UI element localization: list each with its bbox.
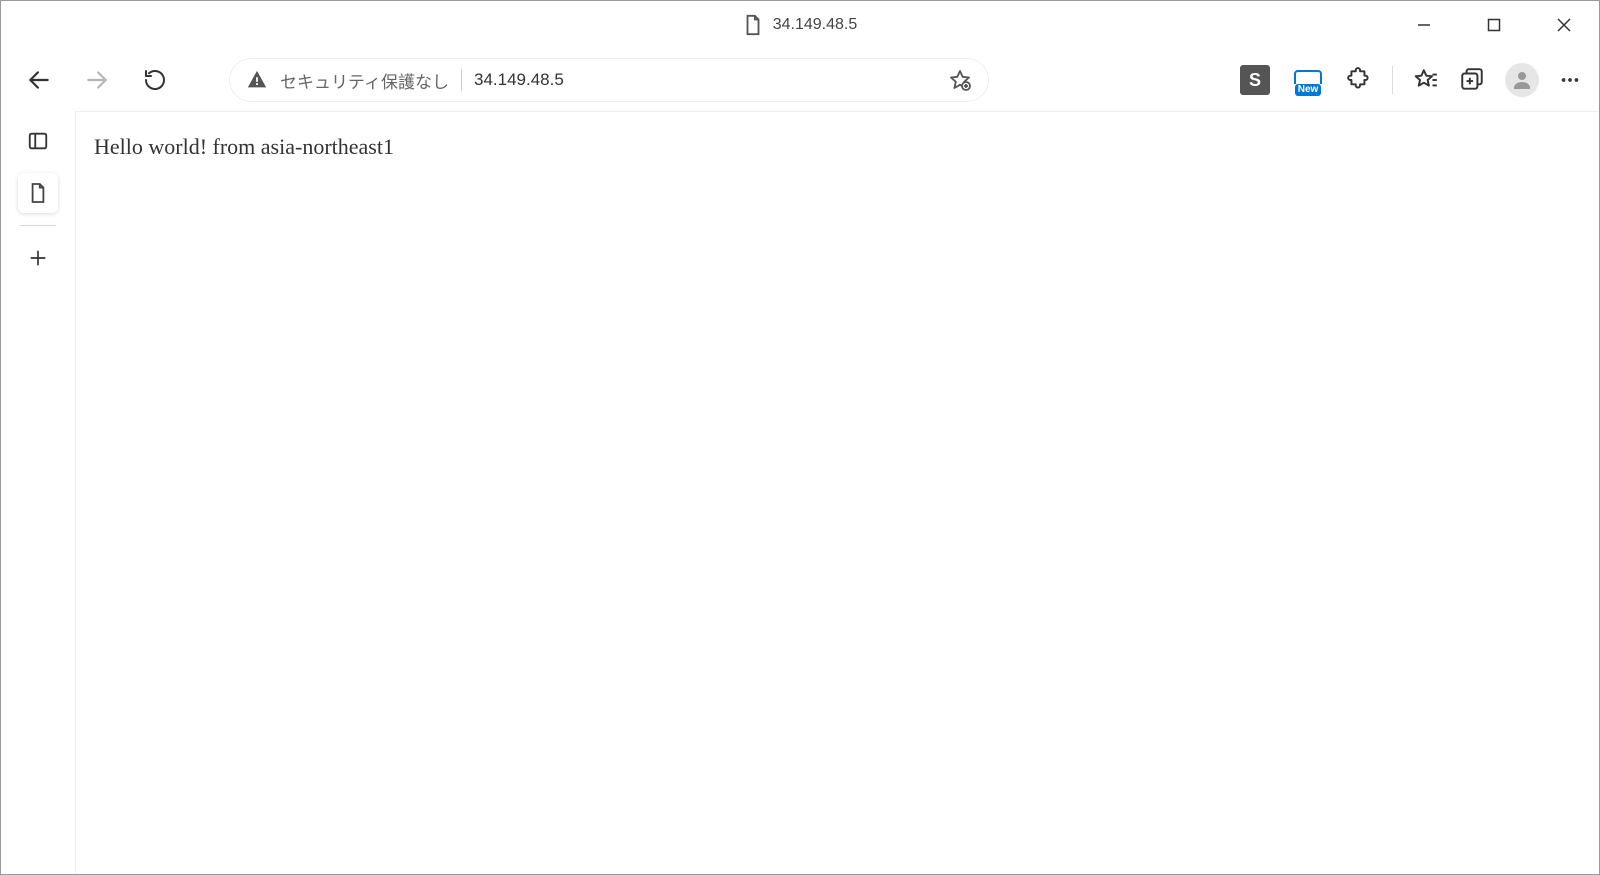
tab-title: 34.149.48.5: [773, 16, 858, 34]
s-icon: S: [1240, 65, 1270, 95]
title-bar: 34.149.48.5: [1, 1, 1599, 49]
url-text[interactable]: 34.149.48.5: [474, 70, 936, 90]
extension-s-button[interactable]: S: [1240, 65, 1270, 95]
divider: [20, 225, 56, 226]
vertical-tabs-sidebar: [1, 111, 75, 874]
collections-button[interactable]: [1459, 67, 1485, 93]
star-lines-icon: [1413, 67, 1439, 93]
plus-icon: [28, 248, 48, 268]
forward-button[interactable]: [77, 60, 117, 100]
panel-icon: [27, 130, 49, 152]
minimize-button[interactable]: [1389, 1, 1459, 49]
more-button[interactable]: [1559, 69, 1581, 91]
profile-button[interactable]: [1505, 63, 1539, 97]
new-icon: New: [1290, 64, 1326, 96]
extensions-button[interactable]: [1346, 67, 1372, 93]
extension-new-button[interactable]: New: [1290, 64, 1326, 96]
collections-icon: [1459, 67, 1485, 93]
avatar-icon: [1505, 63, 1539, 97]
refresh-button[interactable]: [135, 60, 175, 100]
site-security[interactable]: セキュリティ保護なし: [246, 68, 449, 93]
star-add-icon: [948, 68, 972, 92]
browser-tab[interactable]: 34.149.48.5: [743, 14, 858, 36]
puzzle-icon: [1346, 67, 1372, 93]
page-icon: [743, 14, 763, 36]
divider: [461, 69, 462, 91]
address-bar[interactable]: セキュリティ保護なし 34.149.48.5: [229, 58, 989, 102]
vertical-tabs-toggle[interactable]: [18, 121, 58, 161]
warning-icon: [246, 69, 268, 91]
back-button[interactable]: [19, 60, 59, 100]
body-area: Hello world! from asia-northeast1: [1, 111, 1599, 874]
security-label: セキュリティ保護なし: [280, 68, 449, 93]
window-controls: [1389, 1, 1599, 49]
favorites-button[interactable]: [1413, 67, 1439, 93]
page-icon: [29, 182, 47, 204]
close-button[interactable]: [1529, 1, 1599, 49]
page-body-text: Hello world! from asia-northeast1: [94, 134, 1581, 160]
page-content: Hello world! from asia-northeast1: [75, 111, 1599, 874]
favorite-button[interactable]: [948, 68, 972, 92]
dots-icon: [1559, 69, 1581, 91]
tab-thumbnail[interactable]: [18, 173, 58, 213]
maximize-button[interactable]: [1459, 1, 1529, 49]
toolbar-actions: S New: [1240, 63, 1581, 97]
divider: [1392, 66, 1393, 94]
browser-toolbar: セキュリティ保護なし 34.149.48.5 S New: [1, 49, 1599, 111]
new-tab-button[interactable]: [18, 238, 58, 278]
